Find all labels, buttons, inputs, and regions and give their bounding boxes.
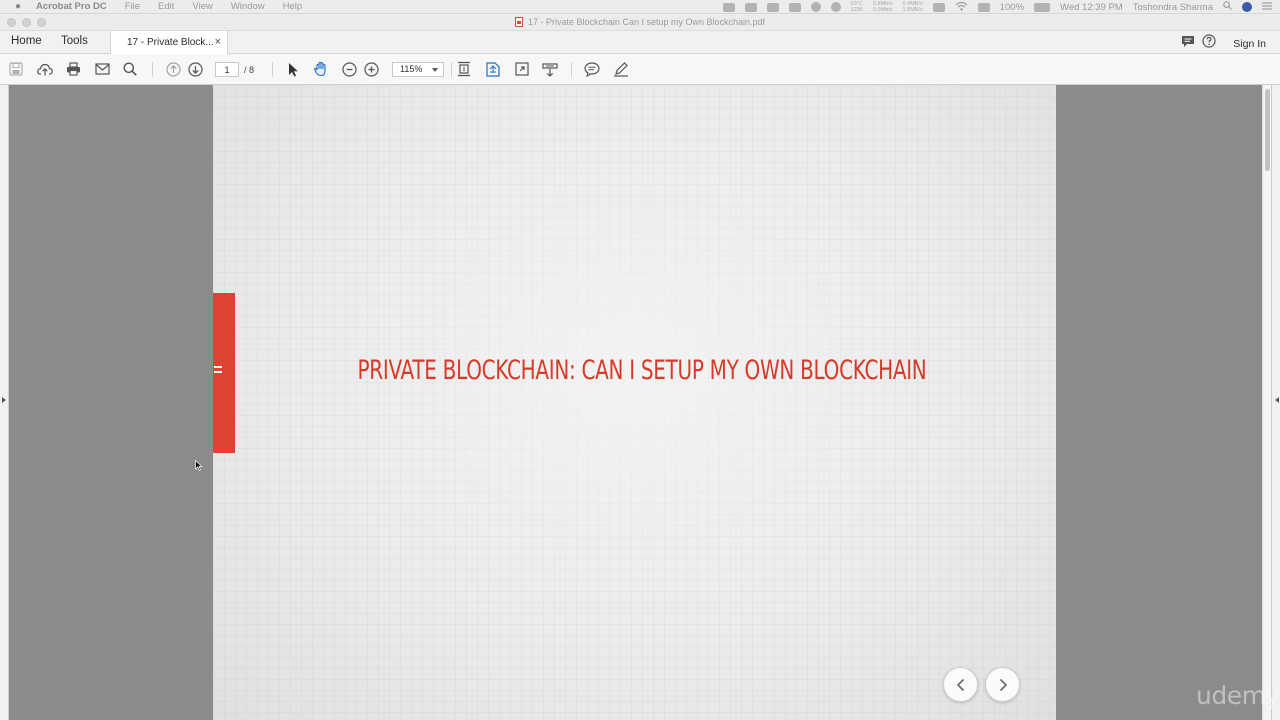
sync-icon[interactable] bbox=[810, 2, 821, 12]
right-pane-toggle[interactable] bbox=[1271, 85, 1280, 720]
user-name[interactable]: Toshondra Sharma bbox=[1133, 2, 1213, 13]
disk-readout: 0.4MB/s 1.5MB/s bbox=[902, 1, 923, 13]
slide-title: PRIVATE BLOCKCHAIN: CAN I SETUP MY OWN B… bbox=[357, 355, 927, 386]
udemy-watermark: udemy bbox=[1196, 681, 1280, 710]
sign-in-button[interactable]: Sign In bbox=[1233, 38, 1266, 50]
previous-page-icon[interactable] bbox=[165, 61, 181, 77]
read-mode-icon[interactable] bbox=[542, 61, 558, 77]
chevron-right-icon bbox=[999, 678, 1007, 691]
chevron-left-icon bbox=[956, 678, 964, 691]
zoom-window-button[interactable] bbox=[37, 18, 46, 27]
dropbox-icon[interactable] bbox=[744, 2, 757, 12]
header-right-tools: Sign In bbox=[1181, 34, 1266, 53]
fit-page-icon[interactable] bbox=[485, 61, 501, 77]
menu-edit[interactable]: Edit bbox=[158, 1, 174, 12]
battery-icon[interactable] bbox=[1034, 2, 1051, 12]
menubar-status-area: 53°C 1296 0.8Mb/s 0.0Mb/s 0.4MB/s 1.5MB/s 1… bbox=[722, 0, 1272, 14]
wifi-icon[interactable] bbox=[955, 1, 968, 14]
network-readout: 0.8Mb/s 0.0Mb/s bbox=[872, 1, 893, 13]
keyboard-icon[interactable] bbox=[932, 2, 945, 12]
page-number-input[interactable] bbox=[215, 62, 239, 77]
toolbar-divider bbox=[152, 62, 153, 77]
zoom-level-select[interactable]: 115% bbox=[392, 62, 444, 77]
search-icon[interactable] bbox=[122, 61, 138, 77]
vertical-scrollbar[interactable] bbox=[1262, 85, 1271, 720]
chat-icon[interactable] bbox=[788, 2, 801, 12]
toolbar-divider bbox=[571, 62, 572, 77]
highlight-pen-icon[interactable] bbox=[613, 61, 629, 77]
expand-left-icon bbox=[2, 397, 6, 403]
next-page-icon[interactable] bbox=[187, 61, 203, 77]
menu-app-name[interactable]: Acrobat Pro DC bbox=[36, 1, 107, 12]
pdf-page: PRIVATE BLOCKCHAIN: CAN I SETUP MY OWN B… bbox=[213, 85, 1056, 720]
slide-next-button[interactable] bbox=[985, 667, 1020, 702]
full-screen-icon[interactable] bbox=[514, 61, 530, 77]
left-pane-toggle[interactable] bbox=[0, 85, 9, 720]
scrollbar-thumb[interactable] bbox=[1265, 89, 1270, 171]
slide-accent-bar bbox=[213, 293, 235, 453]
pdf-file-icon bbox=[514, 17, 523, 27]
battery-percent: 100% bbox=[999, 1, 1025, 13]
menu-bar: ● Acrobat Pro DC File Edit View Window H… bbox=[0, 0, 1280, 14]
select-cursor-icon[interactable] bbox=[285, 61, 301, 77]
status-icon[interactable] bbox=[830, 2, 841, 12]
screen-record-icon[interactable] bbox=[722, 2, 735, 12]
app-tab-bar: Home Tools 17 - Private Block... × Sign … bbox=[0, 31, 1280, 54]
tab-document[interactable]: 17 - Private Block... × bbox=[110, 31, 228, 54]
tab-home[interactable]: Home bbox=[11, 35, 42, 47]
drive-icon[interactable] bbox=[766, 2, 779, 12]
add-comment-icon[interactable] bbox=[584, 61, 600, 77]
airplay-icon[interactable] bbox=[977, 2, 990, 12]
menu-lines-icon bbox=[214, 366, 222, 373]
chevron-down-icon bbox=[432, 68, 438, 72]
window-title-bar: 17 - Private Blockchain Can I setup my O… bbox=[0, 14, 1280, 31]
slide-previous-button[interactable] bbox=[943, 667, 978, 702]
zoom-level-value: 115% bbox=[400, 64, 423, 74]
document-tab-label: 17 - Private Block... bbox=[127, 37, 214, 48]
menu-view[interactable]: View bbox=[192, 1, 212, 12]
temperature-readout: 53°C 1296 bbox=[850, 1, 863, 13]
menu-file[interactable]: File bbox=[125, 1, 140, 12]
toolbar-divider bbox=[272, 62, 273, 77]
scrolling-mode-icon[interactable] bbox=[456, 61, 472, 77]
hand-tool-icon[interactable] bbox=[313, 61, 329, 77]
expand-right-icon bbox=[1275, 397, 1279, 403]
print-icon[interactable] bbox=[65, 61, 81, 77]
minimize-window-button[interactable] bbox=[22, 18, 31, 27]
clock[interactable]: Wed 12:39 PM bbox=[1060, 2, 1123, 13]
zoom-out-icon[interactable] bbox=[341, 61, 357, 77]
notification-center-icon[interactable] bbox=[1262, 1, 1272, 13]
window-title: 17 - Private Blockchain Can I setup my O… bbox=[527, 17, 766, 27]
siri-icon[interactable] bbox=[1242, 2, 1252, 12]
toolbar-divider bbox=[451, 62, 452, 77]
save-icon[interactable] bbox=[8, 61, 24, 77]
help-icon[interactable] bbox=[1202, 34, 1216, 53]
zoom-in-icon[interactable] bbox=[363, 61, 379, 77]
apple-menu-icon[interactable]: ● bbox=[0, 1, 36, 12]
mouse-cursor-icon bbox=[195, 460, 203, 471]
page-total: / 8 bbox=[244, 65, 255, 75]
cloud-upload-icon[interactable] bbox=[37, 61, 53, 77]
close-window-button[interactable] bbox=[7, 18, 16, 27]
comment-icon[interactable] bbox=[1181, 35, 1195, 53]
spotlight-search-icon[interactable] bbox=[1223, 1, 1232, 13]
window-controls bbox=[7, 18, 46, 27]
menu-window[interactable]: Window bbox=[231, 1, 265, 12]
tab-tools[interactable]: Tools bbox=[61, 35, 88, 47]
close-tab-button[interactable]: × bbox=[215, 36, 221, 48]
toolbar: / 8 115% bbox=[0, 54, 1280, 85]
menu-help[interactable]: Help bbox=[283, 1, 303, 12]
email-icon[interactable] bbox=[94, 61, 110, 77]
